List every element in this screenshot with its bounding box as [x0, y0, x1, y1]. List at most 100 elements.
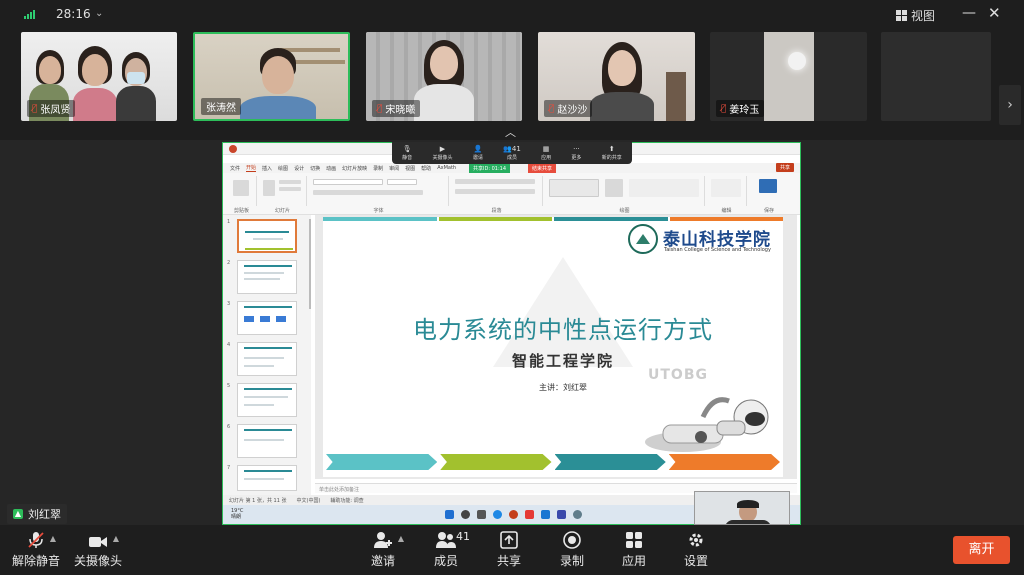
speaking-mic-icon: ▲	[13, 509, 23, 519]
menu-insert[interactable]: 插入	[262, 165, 272, 172]
slide-canvas: 泰山科技学院 Taishan College of Science and Te…	[315, 215, 797, 479]
new-share-icon: ⬆	[608, 144, 615, 153]
menu-view[interactable]: 视图	[405, 165, 415, 172]
menu-home[interactable]: 开始	[246, 164, 257, 172]
more-icon: ···	[573, 144, 580, 153]
participant-tile-empty[interactable]	[881, 32, 991, 121]
participant-tile[interactable]: 🎙̸ 张凤贤	[21, 32, 177, 121]
menu-review[interactable]: 审阅	[389, 165, 399, 172]
slide-title: 电力系统的中性点运行方式	[413, 316, 713, 344]
participant-name-tag: 🎙̸ 姜玲玉	[716, 100, 765, 117]
close-button[interactable]: ✕	[988, 4, 1001, 22]
edge-icon[interactable]	[493, 510, 502, 519]
menu-help[interactable]: 帮助	[421, 165, 431, 172]
participant-name-tag: 🎙̸ 宋晓曦	[372, 100, 421, 117]
grid-view-icon	[896, 10, 907, 21]
gear-icon	[689, 533, 703, 547]
ribbon-group: 幻灯片	[259, 176, 307, 214]
slide-thumbnail[interactable]	[237, 424, 297, 458]
apps-icon: ▦	[542, 144, 550, 153]
menu-axmath[interactable]: AxMath	[437, 165, 456, 171]
slide-thumbnail[interactable]	[237, 260, 297, 294]
collapse-strip-icon[interactable]: ︿	[505, 124, 516, 140]
windows-start-icon[interactable]	[445, 510, 454, 519]
menu-transitions[interactable]: 切换	[310, 165, 320, 172]
apps-icon	[626, 532, 642, 548]
caret-icon[interactable]: ▲	[398, 534, 404, 543]
settings-icon[interactable]	[573, 510, 582, 519]
share-mute-button[interactable]: 🎙 静音	[402, 144, 412, 161]
participant-tile[interactable]: 🎙̸ 赵沙沙	[538, 32, 695, 121]
participant-tile-active[interactable]: 张涛然	[193, 32, 350, 121]
stop-share-button[interactable]: 结束共享	[528, 164, 557, 173]
slide-thumbnail[interactable]	[237, 301, 297, 335]
presenter-camera-preview[interactable]	[694, 491, 790, 525]
members-icon	[436, 532, 456, 548]
meeting-toolbar: ▲ 解除静音 ▲ 关摄像头 ▲ 邀请 41 成员 共享 录制 应用 设置	[0, 525, 1024, 575]
app-icon[interactable]	[557, 510, 566, 519]
participant-tile[interactable]: 🎙̸ 宋晓曦	[366, 32, 522, 121]
share-apps-button[interactable]: ▦ 应用	[541, 144, 551, 161]
network-signal-icon[interactable]	[24, 10, 35, 19]
menu-animations[interactable]: 动画	[326, 165, 336, 172]
share-members-button[interactable]: 👥41 成员	[503, 144, 521, 161]
task-view-icon[interactable]	[477, 510, 486, 519]
powerpoint-icon[interactable]	[509, 510, 518, 519]
menu-file[interactable]: 文件	[230, 165, 240, 172]
invite-button[interactable]: ▲ 邀请	[371, 529, 404, 569]
members-button[interactable]: 41 成员	[434, 529, 470, 569]
menu-slideshow[interactable]: 幻灯片放映	[342, 165, 367, 172]
mic-muted-icon: 🎙̸	[377, 103, 383, 114]
menu-record[interactable]: 录制	[373, 165, 383, 172]
ppt-ribbon: 剪贴板 幻灯片 字体 段落 绘图 编辑 保存	[223, 173, 800, 215]
mic-muted-icon: 🎙̸	[721, 103, 727, 114]
slide-thumbnail[interactable]	[237, 465, 297, 491]
ppt-menu-bar: 文件 开始 插入 绘图 设计 切换 动画 幻灯片放映 录制 审阅 视图 帮助 A…	[223, 163, 800, 173]
ppt-share-button[interactable]: 共享	[775, 163, 794, 172]
robot-illustration	[645, 397, 769, 452]
slide-bottom-arrows	[323, 454, 783, 470]
sharing-status-tag: 共享ID: 01:14	[469, 164, 511, 173]
chevron-right-icon[interactable]: ›	[999, 85, 1021, 125]
share-invite-button[interactable]: 👤 邀请	[473, 145, 483, 161]
ribbon-group: 保存	[749, 176, 789, 214]
thumbnail-scrollbar[interactable]	[309, 219, 311, 309]
menu-design[interactable]: 设计	[294, 165, 304, 172]
robot-watermark: UTOBG	[648, 367, 708, 383]
members-icon: 👥41	[503, 144, 521, 153]
leave-button[interactable]: 离开	[953, 536, 1010, 564]
app-icon[interactable]	[525, 510, 534, 519]
meeting-app-icon[interactable]	[541, 510, 550, 519]
share-more-button[interactable]: ··· 更多	[571, 144, 581, 161]
search-icon[interactable]	[461, 510, 470, 519]
caret-icon[interactable]: ▲	[50, 534, 56, 543]
minimize-button[interactable]: —	[962, 5, 976, 21]
chevron-down-icon[interactable]: ⌄	[95, 8, 103, 19]
microphone-icon: 🎙	[402, 144, 412, 153]
slide-thumbnail[interactable]	[237, 383, 297, 417]
settings-button[interactable]: 设置	[684, 529, 708, 569]
meeting-window: 28:16 ⌄ 视图 — ✕ 🎙̸ 张凤贤 张涛然 🎙̸ 宋晓曦 🎙̸ 赵沙沙 …	[0, 0, 1024, 575]
menu-draw[interactable]: 绘图	[278, 165, 288, 172]
mic-muted-icon: 🎙̸	[32, 103, 38, 114]
share-new-button[interactable]: ⬆ 新的共享	[602, 144, 622, 161]
slide-thumbnail[interactable]	[237, 219, 297, 253]
participant-tile[interactable]: 🎙̸ 姜玲玉	[710, 32, 867, 121]
microphone-muted-icon	[28, 532, 44, 548]
apps-button[interactable]: 应用	[622, 529, 646, 569]
record-button[interactable]: 录制	[560, 529, 584, 569]
participant-strip: 🎙̸ 张凤贤 张涛然 🎙̸ 宋晓曦 🎙̸ 赵沙沙 🎙̸ 姜玲玉 ›	[0, 30, 1024, 125]
share-button[interactable]: 共享	[497, 529, 521, 569]
caret-icon[interactable]: ▲	[113, 534, 119, 543]
camera-button[interactable]: ▲ 关摄像头	[74, 529, 122, 569]
slide-thumbnail[interactable]	[237, 342, 297, 376]
weather-widget[interactable]: 19°C 晴朗	[231, 508, 243, 520]
ribbon-group: 段落	[451, 176, 543, 214]
view-button[interactable]: 视图	[896, 7, 935, 24]
unmute-button[interactable]: ▲ 解除静音	[12, 529, 60, 569]
camera-icon	[89, 537, 107, 547]
participant-name-tag: 张涛然	[201, 98, 241, 115]
school-logo-icon	[628, 224, 658, 254]
share-camera-button[interactable]: ▶ 关摄像头	[432, 145, 452, 161]
current-slide[interactable]: 泰山科技学院 Taishan College of Science and Te…	[323, 217, 783, 477]
